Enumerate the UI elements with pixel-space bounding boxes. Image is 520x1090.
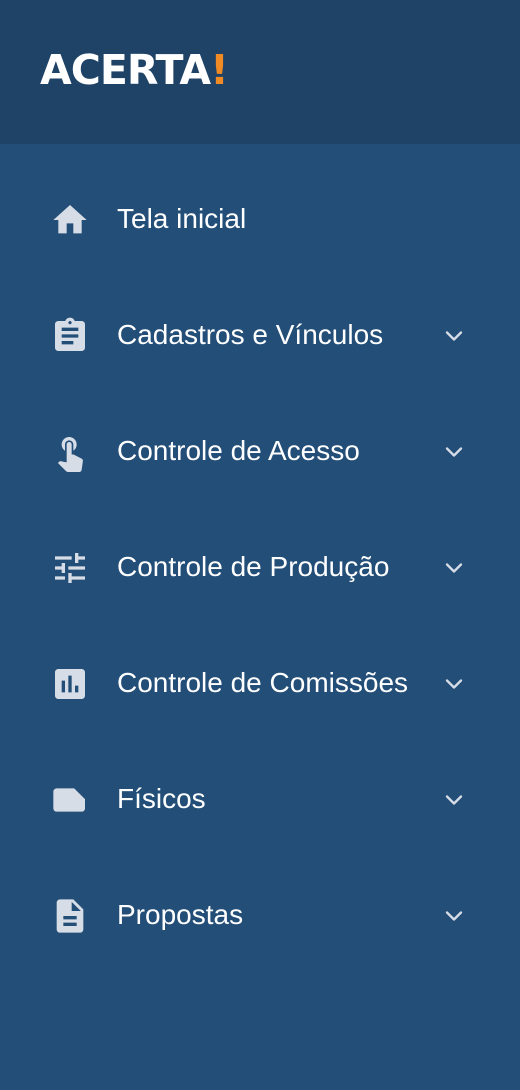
chevron-down-icon[interactable] <box>440 322 468 350</box>
sidebar-item-label: Controle de Produção <box>117 551 390 582</box>
chevron-down-icon[interactable] <box>440 902 468 930</box>
sidebar-item-tela-inicial[interactable]: Tela inicial <box>0 160 520 276</box>
sidebar-item-label: Cadastros e Vínculos <box>117 319 384 350</box>
bar-chart-icon <box>50 664 90 704</box>
sidebar-menu: Tela inicial Cadastros e Vínculos Contro… <box>0 160 520 972</box>
sidebar-item-label: Controle de Comissões <box>117 667 409 698</box>
sidebar: ACERTA! Tela inicial Cadastros e Vínculo… <box>0 0 520 1090</box>
sidebar-item-label: Físicos <box>117 783 206 814</box>
sidebar-item-fisicos[interactable]: Físicos <box>0 740 520 856</box>
touch-icon <box>50 432 90 472</box>
logo-text: ACERTA <box>40 46 211 94</box>
sidebar-item-cadastros-e-vinculos[interactable]: Cadastros e Vínculos <box>0 276 520 392</box>
logo[interactable]: ACERTA! <box>40 46 229 94</box>
home-icon <box>50 200 90 240</box>
clipboard-icon <box>50 316 90 356</box>
label-icon <box>50 780 90 820</box>
tune-icon <box>50 548 90 588</box>
chevron-down-icon[interactable] <box>440 554 468 582</box>
logo-accent: ! <box>210 46 229 94</box>
sidebar-item-label: Propostas <box>117 899 244 930</box>
chevron-down-icon[interactable] <box>440 786 468 814</box>
sidebar-item-controle-de-producao[interactable]: Controle de Produção <box>0 508 520 624</box>
chevron-down-icon[interactable] <box>440 670 468 698</box>
sidebar-item-label: Tela inicial <box>117 203 247 234</box>
sidebar-item-controle-de-comissoes[interactable]: Controle de Comissões <box>0 624 520 740</box>
chevron-down-icon[interactable] <box>440 438 468 466</box>
sidebar-item-controle-de-acesso[interactable]: Controle de Acesso <box>0 392 520 508</box>
sidebar-item-label: Controle de Acesso <box>117 435 360 466</box>
document-icon <box>50 896 90 936</box>
sidebar-item-propostas[interactable]: Propostas <box>0 856 520 972</box>
brand-header: ACERTA! <box>0 0 520 144</box>
